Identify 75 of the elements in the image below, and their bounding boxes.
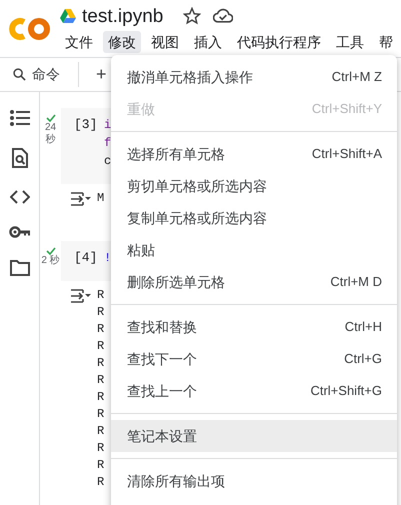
code-line: c [104,153,112,170]
notebook-title[interactable]: test.ipynb [82,6,164,26]
shortcut-label: Ctrl+G [344,350,382,368]
menu-label: 删除所选单元格 [127,272,225,292]
search-icon [13,68,26,81]
output-line: R [97,321,104,338]
menu-label: 查找下一个 [127,350,197,368]
menu-label: 查找和替换 [127,318,197,336]
command-search[interactable]: 命令 [32,64,60,85]
menu-tab[interactable]: 插入 [189,31,227,53]
menu-tab[interactable]: 修改 [103,31,141,53]
cell-number: [3] [74,116,96,134]
star-icon[interactable] [183,7,202,25]
shortcut-label: Ctrl+Shift+G [310,382,382,400]
output-line: R [97,355,104,372]
menu-item[interactable]: 删除所选单元格 Ctrl+M D [111,266,397,298]
code-line: i [104,117,112,134]
output-line: R [97,389,104,406]
menu-tab[interactable]: 文件 [60,31,98,53]
cell-number: [4] [74,249,96,267]
menu-item[interactable]: 查找和替换 Ctrl+H [111,311,397,343]
menu-item[interactable]: 选择所有单元格 Ctrl+Shift+A [111,138,397,170]
shortcut-label: Ctrl+Shift+Y [312,100,382,118]
output-line: R [97,338,104,355]
document-search-icon[interactable] [12,148,28,168]
menu-label: 撤消单元格插入操作 [127,68,253,86]
menu-item[interactable]: 剪切单元格或所选内容 [111,170,397,202]
check-icon [46,114,56,122]
output-toggle-icon[interactable] [71,192,91,206]
menu-label: 查找上一个 [127,382,197,400]
code-icon[interactable] [10,190,30,204]
check-icon [46,247,56,255]
output-line: R [97,287,104,304]
drive-icon [60,9,76,23]
output-line: R [97,372,104,389]
output-toggle-icon[interactable] [71,289,91,303]
output-line: R [97,440,104,457]
output-line: R [97,406,104,423]
menu-item[interactable]: 查找下一个 Ctrl+G [111,343,397,375]
menu-label: 复制单元格或所选内容 [127,208,267,228]
menu-item[interactable]: 笔记本设置 [111,420,397,452]
logo-icon[interactable] [8,15,52,43]
shortcut-label: Ctrl+Shift+A [312,145,382,164]
shortcut-label: Ctrl+H [344,318,382,336]
output-line: R [97,457,104,474]
add-button[interactable]: + [96,61,107,88]
folder-icon[interactable] [10,260,30,276]
menu-item[interactable]: 清除所有输出项 [111,465,397,497]
code-line: ! [104,250,112,267]
key-icon[interactable] [8,226,30,238]
menu-tab[interactable]: 视图 [146,31,184,53]
menu-tab[interactable]: 工具 [331,31,369,53]
menu-tab[interactable]: 帮 [374,31,398,53]
output-line: R [97,474,104,491]
menu-item[interactable]: 撤消单元格插入操作 Ctrl+M Z [111,61,397,93]
menu-label: 重做 [127,100,155,118]
output-line: M [97,190,104,207]
output-line: R [97,423,104,440]
menu-label: 清除所有输出项 [127,472,225,490]
menu-label: 粘贴 [127,240,155,260]
list-icon[interactable] [10,110,30,126]
output-line: R [97,304,104,321]
menu-item[interactable]: 复制单元格或所选内容 [111,202,397,234]
code-line: f [104,135,112,152]
menu-tab[interactable]: 代码执行程序 [232,31,326,53]
run-time: 2 秒 [40,255,61,267]
menu-item[interactable]: 查找上一个 Ctrl+Shift+G [111,375,397,407]
run-time: 24 秒 [44,122,58,146]
shortcut-label: Ctrl+M D [330,273,382,292]
cloud-check-icon[interactable] [213,7,234,25]
shortcut-label: Ctrl+M Z [332,68,382,86]
menu-label: 剪切单元格或所选内容 [127,176,267,196]
menu-label: 笔记本设置 [127,426,197,446]
menu-label: 选择所有单元格 [127,144,225,164]
menu-item[interactable]: 粘贴 [111,234,397,266]
